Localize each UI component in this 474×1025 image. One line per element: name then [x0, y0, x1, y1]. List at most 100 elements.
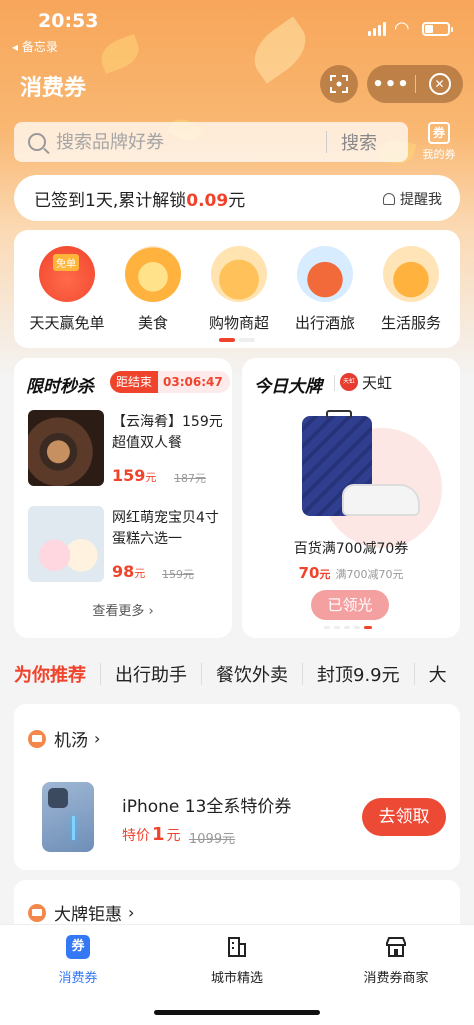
iphone-image — [42, 782, 94, 852]
coupon-icon: 券 — [66, 935, 90, 959]
battery-icon — [422, 22, 453, 36]
nav-label: 消费券 — [58, 971, 98, 986]
nav-label: 城市精选 — [210, 971, 263, 986]
brand-page-indicator — [324, 626, 384, 629]
section-header[interactable]: 机汤 › — [28, 726, 100, 751]
my-coupon-button[interactable]: 券 我的券 — [414, 122, 464, 162]
price-prefix: 特价 — [122, 828, 150, 844]
claim-button[interactable]: 去领取 — [362, 798, 446, 836]
sign-in-text: 已签到1天,累计解锁0.09元 — [34, 186, 245, 211]
chevron-right-icon: › — [128, 903, 135, 922]
nav-item-coupons[interactable]: 券 消费券 — [18, 935, 138, 986]
category-label: 出行酒旅 — [294, 314, 355, 332]
countdown-time: 03:06:47 — [163, 375, 223, 389]
original-price: 159元 — [162, 568, 194, 581]
tab-recommend[interactable]: 为你推荐 — [0, 661, 100, 687]
product-name: iPhone 13全系特价券 — [122, 797, 292, 817]
category-travel[interactable]: 出行酒旅 — [282, 246, 368, 333]
product-name: 网红萌宠宝贝4寸蛋糕六选一 — [112, 510, 219, 547]
category-label: 天天赢免单 — [29, 314, 105, 332]
wifi-icon: ◠ — [394, 18, 410, 39]
signal-icon — [368, 22, 386, 36]
brand-price-value: 70元 — [299, 564, 331, 582]
category-free-order[interactable]: 免单 天天赢免单 — [24, 246, 110, 333]
flash-sale-item[interactable]: 【云海肴】159元超值双人餐 159元 187元 — [28, 410, 228, 490]
see-more-link[interactable]: 查看更多 › — [14, 600, 232, 619]
back-to-memo-link[interactable]: ◂ 备忘录 — [12, 38, 58, 55]
big-brand-card[interactable]: 今日大牌 天虹 天虹 百货满700减70券 70元 满700减70元 已领光 — [242, 358, 460, 638]
section-title: 大牌钜惠 — [54, 905, 122, 925]
sneaker-image — [342, 484, 420, 516]
nav-item-merchants[interactable]: 消费券商家 — [336, 935, 456, 986]
product-image — [28, 410, 104, 486]
sign-in-prefix: 已签到1天,累计解锁 — [34, 190, 187, 211]
product-price: 159元 — [112, 466, 156, 485]
page-title: 消费券 — [20, 76, 87, 101]
brand-coupon-price: 70元 满700减70元 — [242, 563, 460, 582]
price-value: 1 — [152, 824, 165, 845]
mini-program-capsule: ••• ✕ — [367, 65, 463, 103]
sign-in-bar[interactable]: 已签到1天,累计解锁0.09元 提醒我 — [14, 175, 460, 221]
store-icon — [384, 935, 408, 959]
close-button[interactable]: ✕ — [416, 73, 463, 95]
price-unit: 元 — [319, 568, 331, 581]
more-button[interactable]: ••• — [367, 74, 415, 95]
category-label: 生活服务 — [380, 314, 441, 332]
tab-dining[interactable]: 餐饮外卖 — [202, 661, 302, 687]
brand-divider — [334, 375, 335, 391]
scan-button[interactable] — [320, 65, 358, 103]
price-value: 70 — [298, 564, 320, 582]
product-image — [28, 506, 104, 582]
brand-coupon-condition: 满700减70元 — [335, 568, 404, 581]
category-label: 美食 — [137, 314, 168, 332]
tab-capped-9-9[interactable]: 封顶9.9元 — [303, 661, 414, 687]
section-header[interactable]: 大牌钜惠 › — [28, 900, 134, 925]
flash-sale-card: 限时秒杀 距结束 03:06:47 【云海肴】159元超值双人餐 159元 18… — [14, 358, 232, 638]
section-icon — [28, 903, 46, 922]
remind-label: 提醒我 — [400, 192, 442, 208]
status-bar: 20:53 ◂ 备忘录 ◠ — [0, 0, 474, 58]
free-order-badge: 免单 — [53, 254, 79, 271]
price-unit: 元 — [145, 471, 157, 484]
brand-logo: 天虹 — [340, 373, 358, 391]
tab-travel-assistant[interactable]: 出行助手 — [101, 661, 201, 687]
brand-coupon-desc: 百货满700减70券 — [293, 541, 409, 557]
price-unit: 元 — [134, 567, 146, 580]
big-brand-title: 今日大牌 — [254, 377, 322, 397]
scan-icon — [330, 75, 348, 93]
product-price: 98元 — [112, 562, 145, 581]
home-indicator — [154, 1010, 320, 1015]
nav-item-city-picks[interactable]: 城市精选 — [177, 935, 297, 986]
brand-name: 天虹 — [362, 374, 393, 392]
countdown-timer: 距结束 03:06:47 — [110, 371, 230, 393]
flash-sale-title: 限时秒杀 — [26, 377, 94, 397]
recommend-tabs: 为你推荐 出行助手 餐饮外卖 封顶9.9元 大 — [0, 652, 474, 696]
countdown-label: 距结束 — [110, 371, 159, 393]
nav-label: 消费券商家 — [363, 971, 429, 986]
house-icon — [383, 246, 439, 302]
city-building-icon — [225, 935, 249, 959]
category-shopping[interactable]: 购物商超 — [196, 246, 282, 333]
search-bar: 搜索 — [14, 122, 408, 162]
free-order-icon: 免单 — [39, 246, 95, 302]
search-input[interactable] — [56, 131, 326, 153]
flash-sale-item[interactable]: 网红萌宠宝贝4寸蛋糕六选一 98元 159元 — [28, 506, 228, 586]
coupon-icon-text: 券 — [71, 939, 85, 954]
category-food[interactable]: 美食 — [110, 246, 196, 333]
price-value: 159 — [112, 466, 146, 485]
remind-me-button[interactable]: 提醒我 — [383, 189, 442, 209]
bell-icon — [383, 193, 395, 205]
original-price: 1099元 — [189, 832, 236, 847]
original-price: 187元 — [174, 472, 206, 485]
chevron-right-icon: › — [94, 729, 101, 748]
section-icon — [28, 729, 46, 748]
sold-out-button[interactable]: 已领光 — [311, 590, 389, 620]
tab-more[interactable]: 大 — [415, 661, 461, 687]
search-button[interactable]: 搜索 — [327, 129, 391, 155]
category-life-service[interactable]: 生活服务 — [368, 246, 454, 333]
category-label: 购物商超 — [208, 314, 269, 332]
product-name: 【云海肴】159元超值双人餐 — [112, 414, 223, 451]
price-unit: 元 — [166, 828, 181, 844]
car-icon — [297, 246, 353, 302]
ticket-icon: 券 — [428, 122, 450, 144]
